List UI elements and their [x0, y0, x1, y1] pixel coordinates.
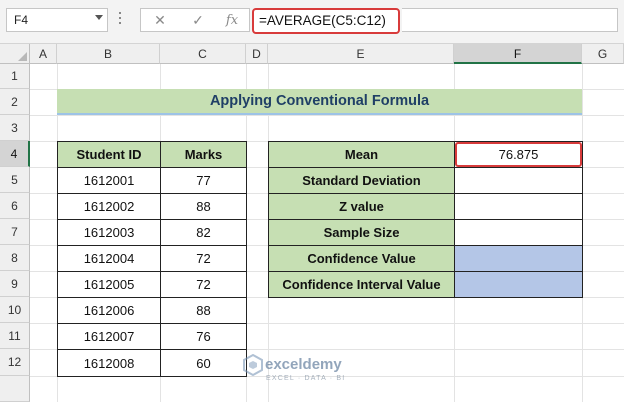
marks-cell[interactable]: 76 [160, 323, 247, 350]
row-header-4[interactable]: 4 [0, 141, 30, 167]
enter-icon[interactable]: ✓ [185, 8, 211, 32]
row-header-9[interactable]: 9 [0, 271, 30, 297]
name-box[interactable]: F4 [6, 8, 108, 32]
student-id-cell[interactable]: 1612005 [57, 271, 161, 298]
row-header-10[interactable]: 10 [0, 297, 30, 323]
row-header-2[interactable]: 2 [0, 89, 30, 115]
marks-cell[interactable]: 88 [160, 297, 247, 324]
watermark-name: exceldemy [265, 356, 342, 373]
student-id-cell[interactable]: 1612002 [57, 193, 161, 220]
cancel-icon[interactable]: ✕ [147, 8, 173, 32]
sheet-title[interactable]: Applying Conventional Formula [57, 89, 582, 115]
row-header-12[interactable]: 12 [0, 349, 30, 376]
stat-label-confidence-value[interactable]: Confidence Value [268, 245, 455, 272]
student-id-cell[interactable]: 1612006 [57, 297, 161, 324]
stat-value-confidence-interval-value[interactable] [454, 271, 583, 298]
row-header-3[interactable]: 3 [0, 115, 30, 141]
column-header-g[interactable]: G [582, 44, 624, 64]
row-header-6[interactable]: 6 [0, 193, 30, 219]
column-header-f[interactable]: F [454, 44, 582, 64]
stat-value-sample-size[interactable] [454, 219, 583, 246]
student-id-cell[interactable]: 1612008 [57, 349, 161, 377]
stat-label-confidence-interval-value[interactable]: Confidence Interval Value [268, 271, 455, 298]
insert-function-icon[interactable]: fx [220, 8, 244, 32]
chevron-down-icon[interactable] [95, 15, 103, 20]
stat-label-sample-size[interactable]: Sample Size [268, 219, 455, 246]
student-id-cell[interactable]: 1612004 [57, 245, 161, 272]
marks-cell[interactable]: 72 [160, 245, 247, 272]
table-header-marks[interactable]: Marks [160, 141, 247, 168]
stat-value-mean[interactable]: 76.875 [455, 142, 582, 167]
gridline [30, 115, 624, 116]
stat-value-z-value[interactable] [454, 193, 583, 220]
stat-value-standard-deviation[interactable] [454, 167, 583, 194]
exceldemy-logo-icon [243, 354, 263, 376]
more-options-icon[interactable] [119, 12, 122, 28]
column-header-d[interactable]: D [246, 44, 268, 64]
column-header-b[interactable]: B [57, 44, 160, 64]
stat-value-confidence-value[interactable] [454, 245, 583, 272]
marks-cell[interactable]: 72 [160, 271, 247, 298]
marks-cell[interactable]: 88 [160, 193, 247, 220]
table-header-student-id[interactable]: Student ID [57, 141, 161, 168]
student-id-cell[interactable]: 1612003 [57, 219, 161, 246]
student-id-cell[interactable]: 1612001 [57, 167, 161, 194]
formula-input[interactable]: =AVERAGE(C5:C12) [252, 8, 400, 34]
row-header-7[interactable]: 7 [0, 219, 30, 245]
column-header-e[interactable]: E [268, 44, 454, 64]
row-header-13[interactable] [0, 376, 30, 402]
select-all-icon [18, 52, 27, 61]
row-header-8[interactable]: 8 [0, 245, 30, 271]
stat-label-z-value[interactable]: Z value [268, 193, 455, 220]
student-id-cell[interactable]: 1612007 [57, 323, 161, 350]
watermark-tagline: EXCEL · DATA · BI [266, 375, 346, 382]
stat-label-mean[interactable]: Mean [268, 141, 455, 168]
marks-cell[interactable]: 77 [160, 167, 247, 194]
formula-input-area[interactable] [402, 8, 618, 32]
row-header-5[interactable]: 5 [0, 167, 30, 193]
marks-cell[interactable]: 60 [160, 349, 247, 377]
marks-cell[interactable]: 82 [160, 219, 247, 246]
column-header-a[interactable]: A [30, 44, 57, 64]
row-header-11[interactable]: 11 [0, 323, 30, 349]
column-header-c[interactable]: C [160, 44, 246, 64]
row-header-1[interactable]: 1 [0, 64, 30, 89]
stat-label-standard-deviation[interactable]: Standard Deviation [268, 167, 455, 194]
